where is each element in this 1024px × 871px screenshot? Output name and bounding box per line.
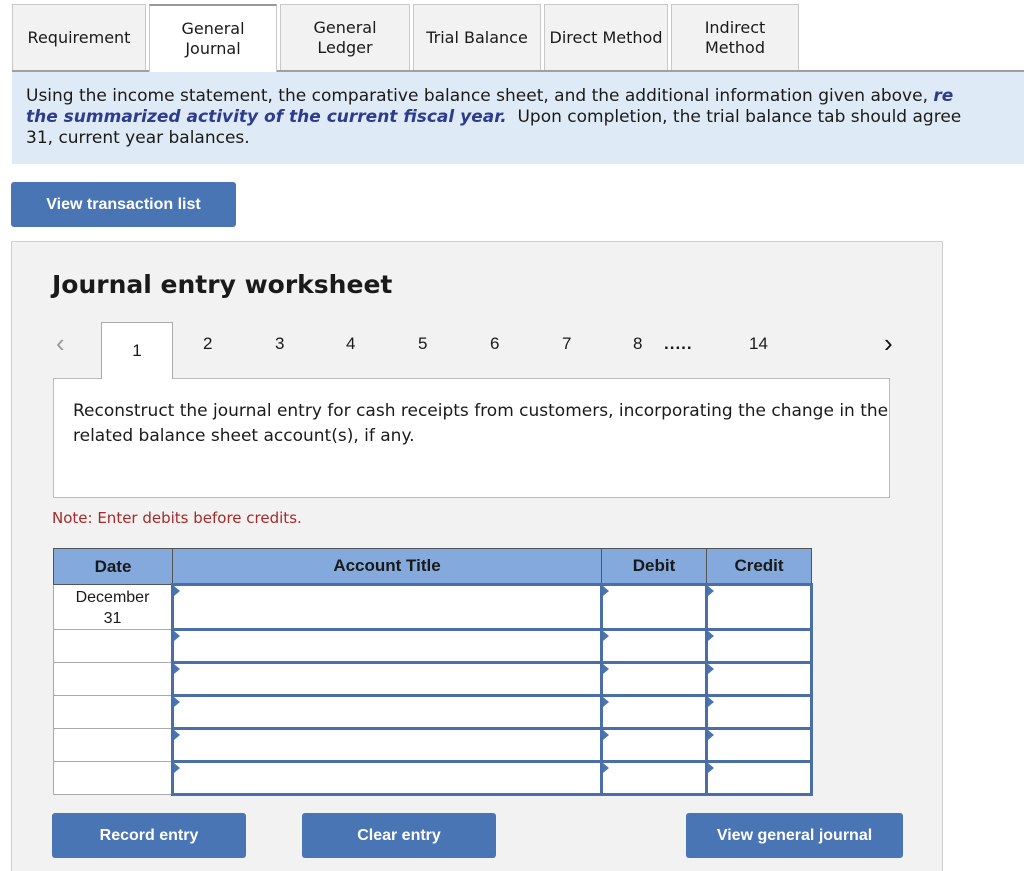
page-5[interactable]: 5 <box>418 334 427 354</box>
view-general-journal-button[interactable]: View general journal <box>686 813 903 858</box>
account-title-input[interactable] <box>171 661 603 697</box>
page-14[interactable]: 14 <box>749 334 768 354</box>
tab-label: Indirect Method <box>704 18 766 57</box>
page-7[interactable]: 7 <box>562 334 571 354</box>
record-entry-button[interactable]: Record entry <box>52 813 246 858</box>
date-cell: December 31 <box>53 584 173 630</box>
tab-indirect-method[interactable]: Indirect Method <box>671 4 799 71</box>
credit-input[interactable] <box>705 694 813 730</box>
tab-general-journal[interactable]: General Journal <box>149 4 277 72</box>
table-row: December 31 <box>53 583 813 631</box>
debit-input[interactable] <box>600 583 708 631</box>
tab-trial-balance[interactable]: Trial Balance <box>413 4 541 71</box>
entry-pager: ‹ 1 2 3 4 5 6 7 8 ..... 14 › <box>12 322 942 379</box>
credit-input[interactable] <box>705 727 813 763</box>
tab-label: General Journal <box>181 19 245 58</box>
debit-input[interactable] <box>600 694 708 730</box>
header-debit: Debit <box>601 548 707 585</box>
journal-entry-table: Date Account Title Debit Credit December… <box>53 548 813 796</box>
tab-label: General Ledger <box>313 18 377 57</box>
tab-general-ledger[interactable]: General Ledger <box>280 4 410 71</box>
table-row <box>53 694 813 730</box>
credit-input[interactable] <box>705 583 813 631</box>
tab-bar: Requirement General Journal General Ledg… <box>12 4 802 72</box>
debit-input[interactable] <box>600 727 708 763</box>
entry-prompt: Reconstruct the journal entry for cash r… <box>53 378 890 498</box>
tab-label: Requirement <box>27 28 131 47</box>
date-cell <box>53 695 173 729</box>
table-row <box>53 727 813 763</box>
debit-input[interactable] <box>600 628 708 664</box>
page-label: 1 <box>132 341 142 360</box>
account-title-input[interactable] <box>171 694 603 730</box>
tab-requirement[interactable]: Requirement <box>12 4 146 71</box>
chevron-right-icon[interactable]: › <box>884 328 893 359</box>
date-cell <box>53 629 173 663</box>
table-row <box>53 628 813 664</box>
clear-entry-button[interactable]: Clear entry <box>302 813 496 858</box>
page-8[interactable]: 8 <box>633 334 642 354</box>
page-4[interactable]: 4 <box>346 334 355 354</box>
tab-direct-method[interactable]: Direct Method <box>544 4 668 71</box>
date-cell <box>53 761 173 795</box>
instructions-text: Using the income statement, the comparat… <box>26 86 934 106</box>
account-title-input[interactable] <box>171 727 603 763</box>
header-account-title: Account Title <box>172 548 602 585</box>
page-ellipsis: ..... <box>664 334 693 353</box>
account-title-input[interactable] <box>171 628 603 664</box>
instructions-box: Using the income statement, the comparat… <box>12 72 1024 164</box>
page-2[interactable]: 2 <box>203 334 212 354</box>
table-header: Date Account Title Debit Credit <box>53 548 812 585</box>
journal-entry-worksheet: Journal entry worksheet ‹ 1 2 3 4 5 6 7 … <box>11 241 943 871</box>
view-transaction-list-button[interactable]: View transaction list <box>11 182 236 227</box>
page-1[interactable]: 1 <box>101 322 173 379</box>
entry-note: Note: Enter debits before credits. <box>52 509 302 527</box>
header-credit: Credit <box>706 548 812 585</box>
instructions-text: 31, current year balances. <box>26 128 250 148</box>
credit-input[interactable] <box>705 760 813 796</box>
tab-label: Direct Method <box>549 28 663 47</box>
table-row <box>53 760 813 796</box>
debit-input[interactable] <box>600 760 708 796</box>
account-title-input[interactable] <box>171 583 603 631</box>
chevron-left-icon[interactable]: ‹ <box>56 328 65 359</box>
header-date: Date <box>53 548 173 585</box>
tab-label: Trial Balance <box>426 28 528 47</box>
worksheet-title: Journal entry worksheet <box>52 270 393 299</box>
account-title-input[interactable] <box>171 760 603 796</box>
page-3[interactable]: 3 <box>275 334 284 354</box>
credit-input[interactable] <box>705 661 813 697</box>
instructions-emphasis: the summarized activity of the current f… <box>26 107 507 127</box>
page-6[interactable]: 6 <box>490 334 499 354</box>
debit-input[interactable] <box>600 661 708 697</box>
instructions-emphasis: re <box>933 86 954 106</box>
table-row <box>53 661 813 697</box>
credit-input[interactable] <box>705 628 813 664</box>
date-cell <box>53 728 173 762</box>
instructions-text: Upon completion, the trial balance tab s… <box>506 107 962 127</box>
date-cell <box>53 662 173 696</box>
